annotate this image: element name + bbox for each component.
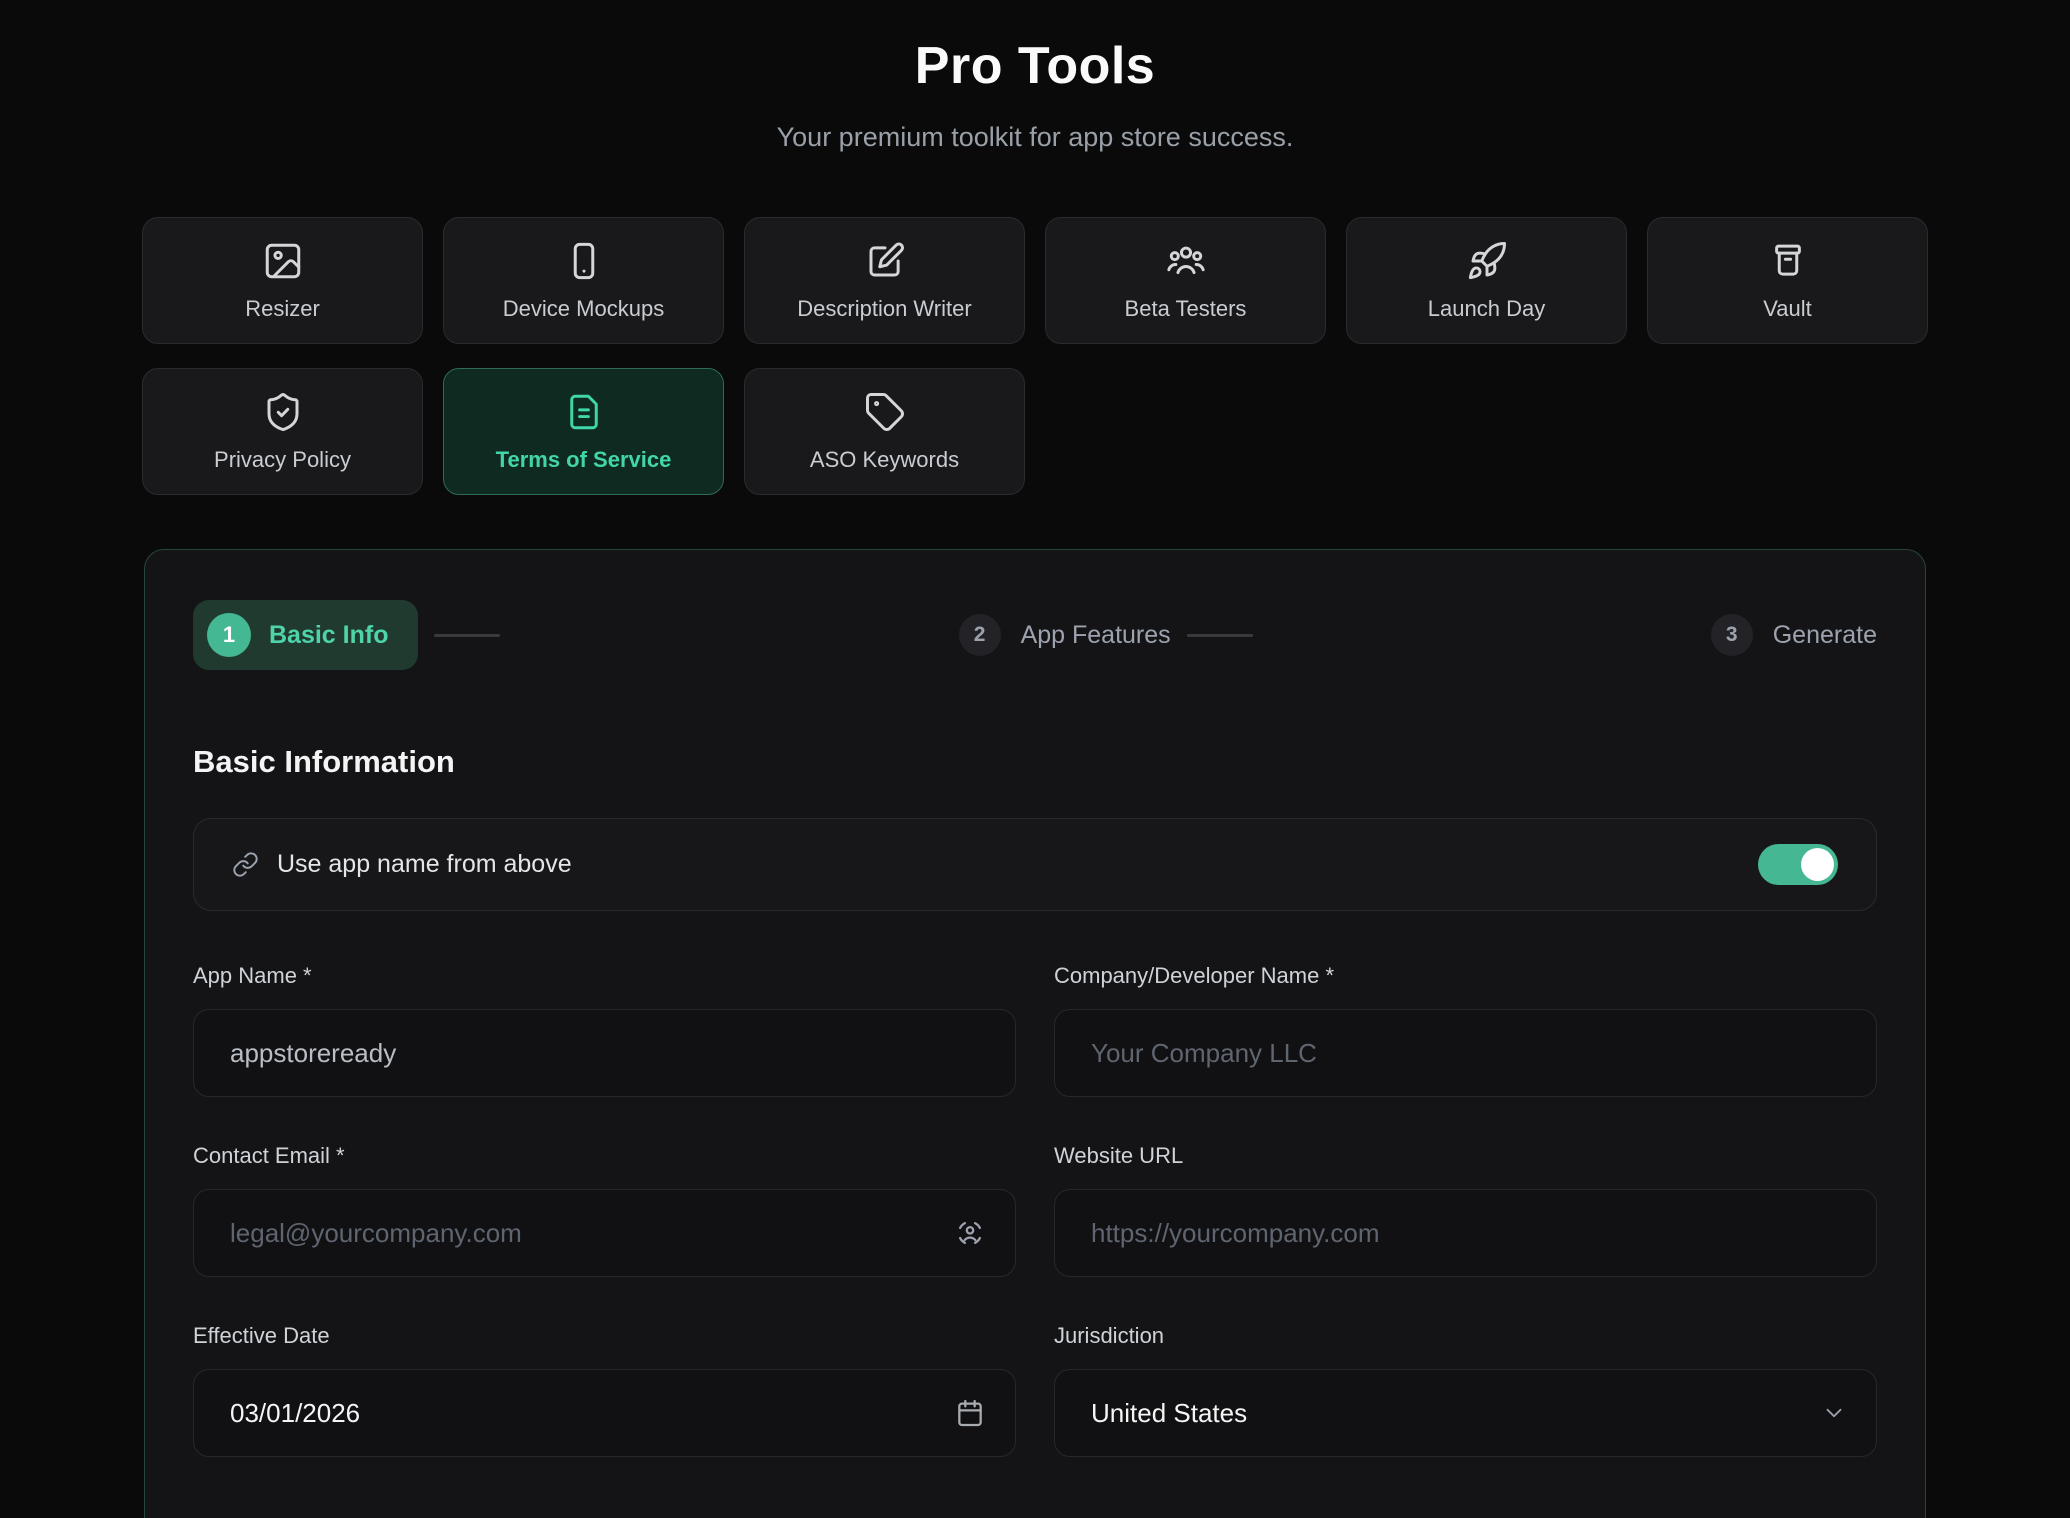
- field-label: Company/Developer Name *: [1054, 963, 1877, 989]
- tool-label: Beta Testers: [1125, 296, 1247, 322]
- rocket-icon: [1466, 240, 1508, 282]
- use-app-name-switch[interactable]: [1758, 844, 1838, 885]
- tool-label: Vault: [1763, 296, 1812, 322]
- step-basic-info[interactable]: 1 Basic Info: [193, 600, 418, 670]
- field-label: Jurisdiction: [1054, 1323, 1877, 1349]
- field-effective-date: Effective Date: [193, 1323, 1016, 1457]
- website-url-input[interactable]: [1054, 1189, 1877, 1277]
- field-label: App Name *: [193, 963, 1016, 989]
- step-number-badge: 1: [207, 613, 251, 657]
- chevron-down-icon: [1821, 1400, 1847, 1426]
- file-text-icon: [563, 391, 605, 433]
- step-label: Basic Info: [269, 621, 388, 650]
- tool-label: Terms of Service: [496, 447, 672, 473]
- company-name-input[interactable]: [1054, 1009, 1877, 1097]
- step-group-app-features: 2 App Features: [959, 614, 1253, 656]
- tool-device-mockups[interactable]: Device Mockups: [443, 217, 724, 344]
- toggle-left: Use app name from above: [232, 850, 572, 879]
- field-label: Contact Email *: [193, 1143, 1016, 1169]
- effective-date-input[interactable]: [193, 1369, 1016, 1457]
- step-group-generate: 3 Generate: [1711, 614, 1877, 656]
- switch-knob: [1801, 848, 1834, 881]
- tag-icon: [864, 391, 906, 433]
- tool-label: Privacy Policy: [214, 447, 351, 473]
- page-title: Pro Tools: [0, 36, 2070, 96]
- field-website-url: Website URL: [1054, 1143, 1877, 1277]
- stepper: 1 Basic Info 2 App Features 3 Generate: [193, 600, 1877, 670]
- tool-label: Device Mockups: [503, 296, 664, 322]
- field-jurisdiction: Jurisdiction United States: [1054, 1323, 1877, 1457]
- field-contact-email: Contact Email *: [193, 1143, 1016, 1277]
- edit-square-icon: [864, 240, 906, 282]
- field-label: Website URL: [1054, 1143, 1877, 1169]
- tool-label: Description Writer: [797, 296, 971, 322]
- archive-icon: [1767, 240, 1809, 282]
- app-name-input[interactable]: [193, 1009, 1016, 1097]
- step-group-basic-info: 1 Basic Info: [193, 600, 500, 670]
- step-label: App Features: [1021, 621, 1171, 650]
- field-app-name: App Name *: [193, 963, 1016, 1097]
- contact-autofill-icon[interactable]: [954, 1217, 986, 1249]
- link-icon: [232, 851, 259, 878]
- section-title: Basic Information: [193, 744, 1877, 780]
- tool-beta-testers[interactable]: Beta Testers: [1045, 217, 1326, 344]
- step-label: Generate: [1773, 621, 1877, 650]
- contact-email-input[interactable]: [193, 1189, 1016, 1277]
- tool-aso-keywords[interactable]: ASO Keywords: [744, 368, 1025, 495]
- tool-panel-card: 1 Basic Info 2 App Features 3 Generate B…: [144, 549, 1926, 1518]
- tool-description-writer[interactable]: Description Writer: [744, 217, 1025, 344]
- calendar-icon[interactable]: [954, 1397, 986, 1429]
- tool-label: Resizer: [245, 296, 320, 322]
- tool-label: Launch Day: [1428, 296, 1545, 322]
- step-generate[interactable]: 3 Generate: [1711, 614, 1877, 656]
- page-subtitle: Your premium toolkit for app store succe…: [0, 122, 2070, 153]
- jurisdiction-selected-value: United States: [1091, 1398, 1247, 1429]
- step-connector: [434, 634, 500, 637]
- use-app-name-toggle-row: Use app name from above: [193, 818, 1877, 911]
- tool-privacy-policy[interactable]: Privacy Policy: [142, 368, 423, 495]
- step-number-badge: 3: [1711, 614, 1753, 656]
- tool-terms-of-service[interactable]: Terms of Service: [443, 368, 724, 495]
- tool-grid: Resizer Device Mockups Description Write…: [142, 217, 1928, 495]
- image-icon: [262, 240, 304, 282]
- tool-vault[interactable]: Vault: [1647, 217, 1928, 344]
- field-label: Effective Date: [193, 1323, 1016, 1349]
- page-header: Pro Tools Your premium toolkit for app s…: [0, 0, 2070, 153]
- tool-resizer[interactable]: Resizer: [142, 217, 423, 344]
- field-company-name: Company/Developer Name *: [1054, 963, 1877, 1097]
- step-connector: [1187, 634, 1253, 637]
- tool-launch-day[interactable]: Launch Day: [1346, 217, 1627, 344]
- smartphone-icon: [563, 240, 605, 282]
- users-icon: [1165, 240, 1207, 282]
- jurisdiction-select[interactable]: United States: [1054, 1369, 1877, 1457]
- toggle-label: Use app name from above: [277, 850, 572, 879]
- step-app-features[interactable]: 2 App Features: [959, 614, 1171, 656]
- step-number-badge: 2: [959, 614, 1001, 656]
- shield-check-icon: [262, 391, 304, 433]
- basic-info-form: App Name * Company/Developer Name * Cont…: [193, 963, 1877, 1457]
- tool-label: ASO Keywords: [810, 447, 959, 473]
